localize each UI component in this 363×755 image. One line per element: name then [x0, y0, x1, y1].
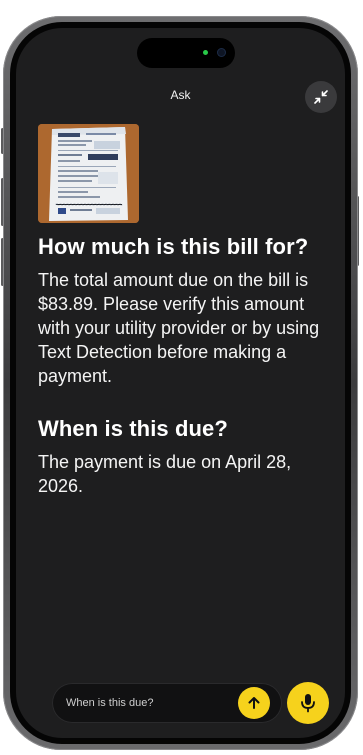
- send-button[interactable]: [238, 687, 270, 719]
- user-question: When is this due?: [38, 416, 228, 441]
- page-title: Ask: [170, 88, 191, 102]
- microphone-button[interactable]: [287, 682, 329, 724]
- collapse-arrows-icon: [314, 90, 328, 104]
- front-camera-lens: [217, 48, 226, 57]
- camera-indicator-dot: [203, 50, 208, 55]
- assistant-answer: The total amount due on the bill is $83.…: [38, 270, 320, 386]
- message-input[interactable]: [66, 683, 226, 723]
- dynamic-island: [137, 38, 235, 68]
- phone-screen: Ask How much is this bill for? The total…: [16, 28, 345, 738]
- conversation-thread: How much is this bill for? The total amo…: [38, 232, 328, 498]
- collapse-button[interactable]: [305, 81, 337, 113]
- message-composer: [52, 683, 282, 723]
- bill-photo-thumbnail[interactable]: [38, 124, 139, 223]
- user-question: How much is this bill for?: [38, 234, 309, 259]
- assistant-answer: The payment is due on April 28, 2026.: [38, 452, 292, 496]
- arrow-up-icon: [248, 697, 260, 709]
- microphone-icon: [301, 694, 315, 713]
